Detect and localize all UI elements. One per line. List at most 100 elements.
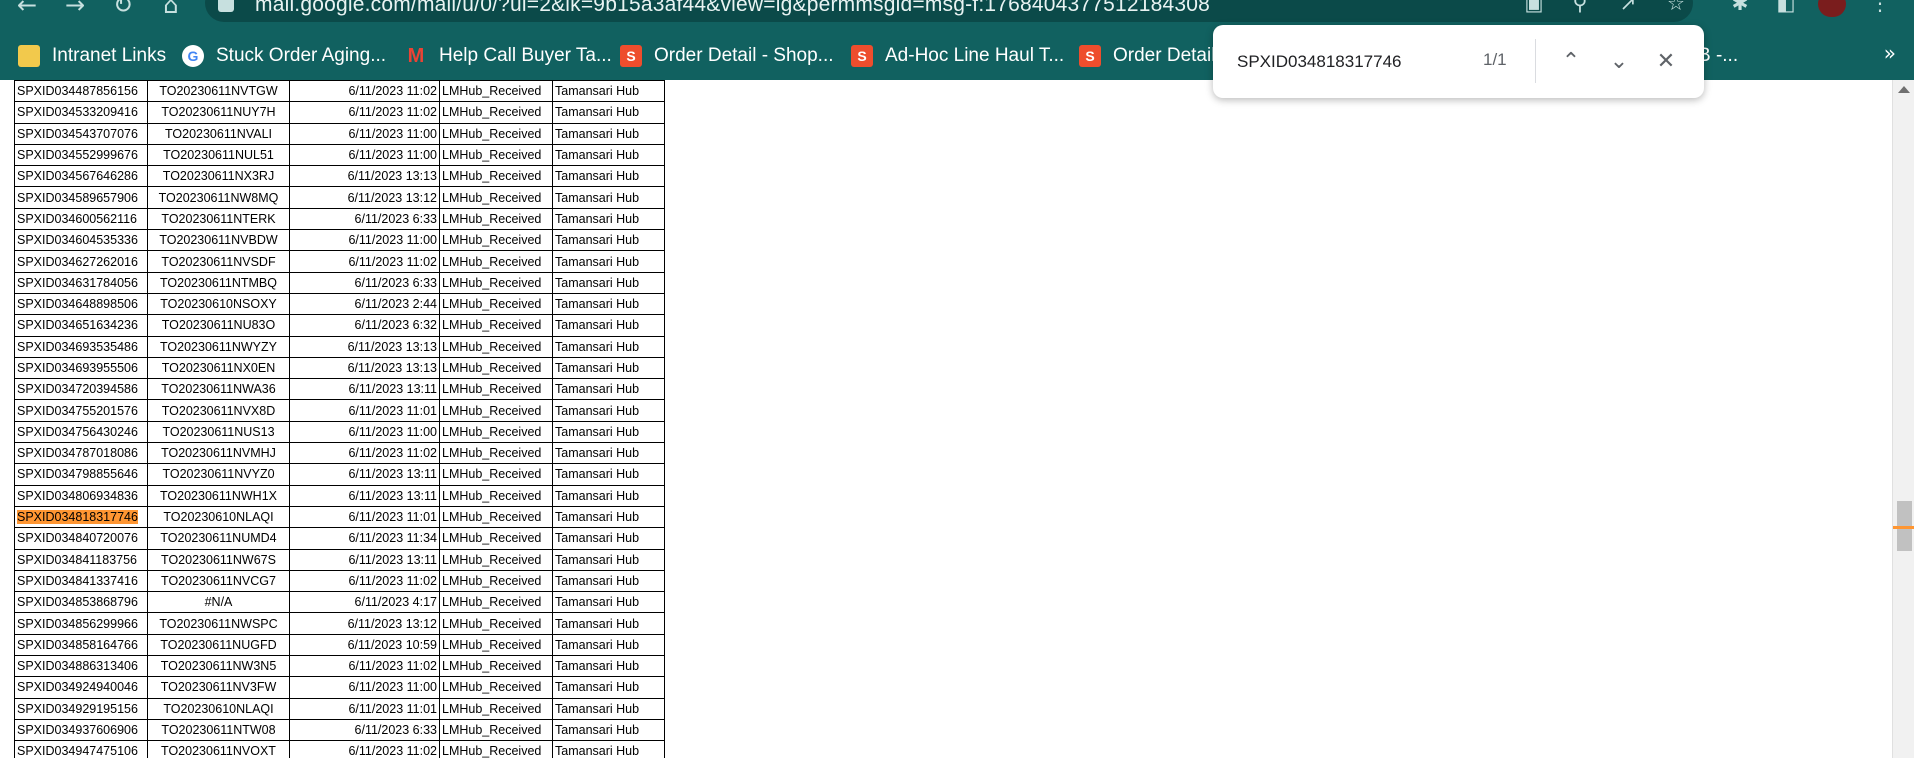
lens-icon[interactable]: ▣ [1520,0,1548,17]
table-cell: Tamansari Hub [552,442,665,465]
table-cell: SPXID034720394586 [14,378,148,401]
table-row: SPXID034567646286 TO20230611NX3RJ 6/11/202… [14,165,665,188]
table-cell: 6/11/2023 11:00 [289,122,440,145]
table-cell: 6/11/2023 11:00 [289,229,440,252]
table-cell: TO20230611NX0EN [147,356,290,380]
table-cell: SPXID034627262016 [14,250,148,273]
table-cell: Tamansari Hub [552,591,665,614]
find-previous-button[interactable]: ⌃ [1553,43,1589,79]
vertical-scrollbar[interactable] [1892,80,1914,758]
table-cell: TO20230611NX3RJ [147,165,290,188]
find-highlight: SPXID034818317746 [17,510,138,525]
profile-avatar[interactable] [1818,0,1846,17]
table-cell: SPXID034631784056 [14,271,148,294]
table-cell: LMHub_Received [439,420,553,444]
table-cell: SPXID034567646286 [14,165,148,188]
table-cell: 6/11/2023 11:02 [289,250,440,273]
table-row: SPXID034886313406 TO20230611NW3N5 6/11/202… [14,655,665,678]
bookmark-label: Stuck Order Aging... [216,45,387,66]
bookmark-stuck-order-aging[interactable]: G Stuck Order Aging... [182,41,386,71]
reload-icon[interactable]: ↻ [108,0,138,20]
table-cell: Tamansari Hub [552,101,665,124]
table-cell: LMHub_Received [439,591,553,614]
table-cell: SPXID034947475106 [14,740,148,758]
table-cell: TO20230611NV3FW [147,676,290,699]
table-row: SPXID034841337416 TO20230611NVCG7 6/11/202… [14,569,665,593]
table-cell: 6/11/2023 11:02 [289,101,440,124]
table-cell: 6/11/2023 11:01 [289,399,440,422]
table-cell: LMHub_Received [439,612,553,635]
table-cell: LMHub_Received [439,80,553,103]
bookmark-help-call-buyer[interactable]: M Help Call Buyer Ta... [405,41,612,71]
share-icon[interactable]: ↗ [1614,0,1642,17]
table-cell: LMHub_Received [439,505,553,529]
table-cell: Tamansari Hub [552,207,665,231]
table-cell: 6/11/2023 11:00 [289,676,440,699]
home-icon[interactable]: ⌂ [156,0,186,20]
table-row: SPXID034693955506 TO20230611NX0EN 6/11/202… [14,356,665,380]
bookmark-star-icon[interactable]: ☆ [1662,0,1690,17]
bookmark-order-detail-shop[interactable]: S Order Detail - Shop... [620,41,834,71]
table-cell: SPXID034818317746 [14,505,148,529]
table-cell: TO20230611NVALI [147,122,290,145]
table-cell: 6/11/2023 11:02 [289,569,440,593]
google-icon: G [182,45,204,67]
bookmarks-overflow-icon[interactable]: » [1884,41,1896,65]
table-cell: #N/A [147,591,290,614]
table-row: SPXID034840720076 TO20230611NUMD4 6/11/202… [14,527,665,550]
table-cell: TO20230611NVX8D [147,399,290,422]
bookmark-order-detail[interactable]: S Order Detail [1079,41,1215,71]
bookmark-label: Order Detail [1113,45,1216,66]
table-row: SPXID034853868796 #N/A 6/11/2023 4:17 LMHub… [14,591,665,614]
table-cell: LMHub_Received [439,569,553,593]
table-cell: Tamansari Hub [552,229,665,252]
table-cell: SPXID034841337416 [14,569,148,593]
bookmark-label: Intranet Links [52,45,167,66]
menu-icon[interactable]: ⋮ [1866,0,1894,17]
back-icon[interactable]: ← [12,0,42,20]
table-cell: Tamansari Hub [552,356,665,380]
table-cell: Tamansari Hub [552,250,665,273]
table-cell: Tamansari Hub [552,633,665,657]
table-cell: TO20230610NSOXY [147,292,290,316]
table-cell: SPXID034840720076 [14,527,148,550]
lock-icon[interactable] [218,0,234,12]
table-cell: 6/11/2023 6:33 [289,207,440,231]
bookmark-ad-hoc-line-haul[interactable]: S Ad-Hoc Line Haul T... [851,41,1064,71]
table-cell: TO20230611NTW08 [147,718,290,742]
table-cell: Tamansari Hub [552,143,665,167]
table-cell: SPXID034886313406 [14,655,148,678]
find-close-button[interactable]: ✕ [1648,43,1684,79]
table-cell: Tamansari Hub [552,505,665,529]
table-cell: SPXID034600562116 [14,207,148,231]
url-text[interactable]: mail.google.com/mail/u/0/?ui=2&ik=9b15a3… [255,0,1210,17]
table-cell: Tamansari Hub [552,399,665,422]
table-cell: Tamansari Hub [552,378,665,401]
forward-icon[interactable]: → [60,0,90,20]
table-cell: LMHub_Received [439,101,553,124]
table-cell: Tamansari Hub [552,697,665,720]
table-cell: TO20230611NWA36 [147,378,290,401]
table-cell: Tamansari Hub [552,122,665,145]
table-cell: 6/11/2023 11:02 [289,655,440,678]
table-row: SPXID034693535486 TO20230611NWYZY 6/11/202… [14,335,665,358]
table-cell: 6/11/2023 11:00 [289,143,440,167]
table-cell: LMHub_Received [439,676,553,699]
zoom-out-icon[interactable]: ⚲ [1566,0,1594,17]
table-cell: TO20230611NU83O [147,314,290,337]
side-panel-icon[interactable]: ◧ [1772,0,1800,17]
table-cell: SPXID034487856156 [14,80,148,103]
find-bar: 1/1 ⌃ ⌄ ✕ [1213,25,1704,98]
scroll-up-arrow-icon[interactable] [1898,86,1910,93]
bookmark-intranet-links[interactable]: Intranet Links [18,41,166,71]
extensions-icon[interactable]: ✱ [1726,0,1754,17]
table-cell: Tamansari Hub [552,676,665,699]
table-row: SPXID034756430246 TO20230611NUS13 6/11/202… [14,420,665,444]
table-row: SPXID034604535336 TO20230611NVBDW 6/11/202… [14,229,665,252]
table-cell: 6/11/2023 11:02 [289,442,440,465]
table-cell: SPXID034841183756 [14,548,148,571]
bookmark-truncated[interactable]: B -... [1698,41,1738,71]
table-cell: LMHub_Received [439,356,553,380]
find-next-button[interactable]: ⌄ [1601,43,1637,79]
find-input[interactable] [1237,49,1447,75]
